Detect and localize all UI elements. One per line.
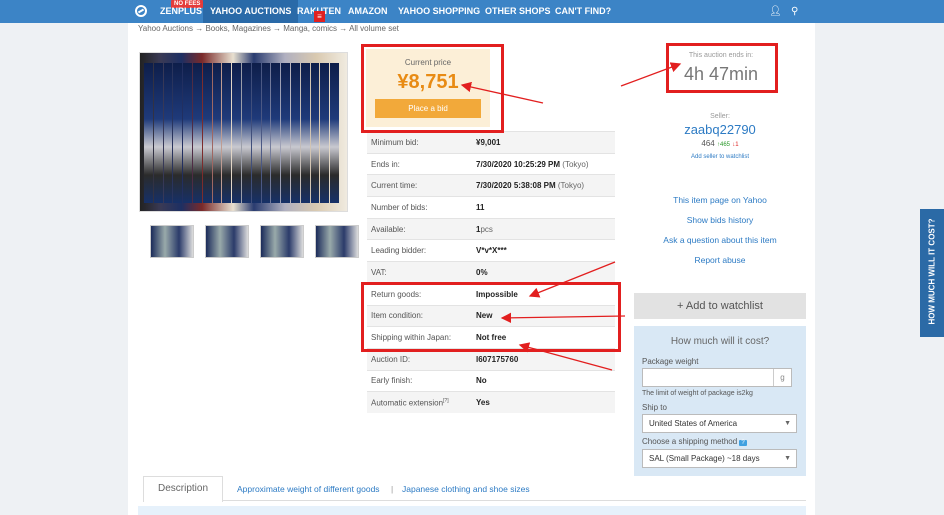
annotation-menu-marker-icon: ≡ — [314, 11, 325, 22]
detail-value: ¥9,001 — [472, 131, 615, 154]
detail-label: Automatic extension[?] — [367, 391, 472, 414]
detail-value: 1pcs — [472, 217, 615, 240]
breadcrumb[interactable]: Yahoo Auctions → Books, Magazines → Mang… — [138, 24, 399, 33]
calculator-title: How much will it cost? — [670, 336, 770, 347]
detail-label: Leading bidder: — [367, 239, 472, 262]
detail-row: Leading bidder: V*v*X*** — [367, 239, 615, 262]
ship-to-select[interactable]: United States of America ▼ — [642, 414, 797, 433]
nav-zenplus[interactable]: ZENPLUS — [160, 0, 202, 23]
weight-unit: g — [773, 369, 791, 386]
detail-row: VAT: 0% — [367, 261, 615, 284]
seller-positive-count: 465 — [720, 142, 731, 148]
manga-volume-spines — [144, 63, 339, 203]
detail-label: Number of bids: — [367, 196, 472, 219]
nav-yahoo-shopping[interactable]: YAHOO SHOPPING — [398, 0, 480, 23]
ask-question-link[interactable]: Ask a question about this item — [640, 235, 800, 245]
annotation-box-price — [361, 44, 504, 133]
shipping-method-label: Choose a shipping method ? — [642, 437, 747, 446]
detail-row: Minimum bid: ¥9,001 — [367, 131, 615, 154]
annotation-box-countdown — [666, 43, 778, 93]
help-icon[interactable]: [?] — [443, 398, 449, 404]
chevron-down-icon: ▼ — [784, 455, 791, 462]
detail-label: Ends in: — [367, 152, 472, 175]
detail-row: Number of bids: 11 — [367, 196, 615, 219]
tab-approximate-weight[interactable]: Approximate weight of different goods — [237, 484, 380, 494]
top-navigation-bar: NO FEES ZENPLUS YAHOO AUCTIONS RAKUTEN A… — [0, 0, 944, 23]
detail-value: Yes — [472, 391, 615, 414]
detail-row: Ends in: 7/30/2020 10:25:29 PM (Tokyo) — [367, 152, 615, 175]
ship-to-value: United States of America — [649, 419, 738, 428]
detail-label: Available: — [367, 217, 472, 240]
bids-history-link[interactable]: Show bids history — [640, 215, 800, 225]
detail-row: Early finish: No — [367, 369, 615, 392]
detail-row: Automatic extension[?] Yes — [367, 391, 615, 414]
detail-value: No — [472, 369, 615, 392]
seller-label: Seller: — [710, 113, 730, 120]
seller-rating: 464 ↑465 ↓1 — [660, 139, 780, 148]
tab-clothing-sizes[interactable]: Japanese clothing and shoe sizes — [402, 484, 530, 494]
detail-value: 0% — [472, 261, 615, 284]
seller-name-link[interactable]: zaabq22790 — [660, 122, 780, 137]
detail-label: VAT: — [367, 261, 472, 284]
detail-row: Available: 1pcs — [367, 217, 615, 240]
detail-value: 7/30/2020 10:25:29 PM (Tokyo) — [472, 152, 615, 175]
ship-to-label: Ship to — [642, 403, 667, 412]
detail-label: Current time: — [367, 174, 472, 197]
detail-value: V*v*X*** — [472, 239, 615, 262]
shipping-method-select[interactable]: SAL (Small Package) ~18 days ▼ — [642, 449, 797, 468]
thumbnail-2[interactable] — [205, 225, 249, 258]
yahoo-item-page-link[interactable]: This item page on Yahoo — [640, 195, 800, 205]
package-weight-label: Package weight — [642, 357, 699, 366]
add-seller-watchlist-link[interactable]: Add seller to watchlist — [660, 154, 780, 160]
user-icon[interactable]: 👤︎ — [769, 6, 782, 17]
shipping-method-value: SAL (Small Package) ~18 days — [649, 454, 760, 463]
shipping-cost-calculator: How much will it cost? Package weight g … — [634, 326, 806, 476]
detail-label: Minimum bid: — [367, 131, 472, 154]
report-abuse-link[interactable]: Report abuse — [640, 255, 800, 265]
item-tabs: Description Approximate weight of differ… — [143, 476, 806, 502]
help-icon[interactable]: ? — [739, 440, 747, 446]
detail-row: Current time: 7/30/2020 5:38:08 PM (Tokyo… — [367, 174, 615, 197]
add-to-watchlist-button[interactable]: + Add to watchlist — [634, 293, 806, 319]
thumbnail-4[interactable] — [315, 225, 359, 258]
description-panel — [138, 506, 806, 515]
nav-cant-find[interactable]: CAN'T FIND? — [555, 0, 611, 23]
nav-yahoo-auctions[interactable]: YAHOO AUCTIONS — [203, 0, 299, 23]
cost-calculator-side-tab[interactable]: HOW MUCH WILL IT COST? — [920, 209, 944, 337]
thumbnail-strip — [150, 225, 359, 258]
seller-negative-count: 1 — [735, 142, 739, 148]
auction-details-table: Minimum bid: ¥9,001 Ends in: 7/30/2020 10:2… — [367, 131, 615, 414]
item-main-photo[interactable] — [139, 52, 348, 212]
package-weight-input[interactable]: g — [642, 368, 792, 387]
annotation-box-conditions — [361, 282, 621, 352]
weight-limit-hint: The limit of weight of package is2kg — [642, 390, 753, 397]
tab-separator: | — [391, 484, 394, 494]
detail-value: 7/30/2020 5:38:08 PM (Tokyo) — [472, 174, 615, 197]
nav-amazon[interactable]: AMAZON — [348, 0, 388, 23]
thumbnail-3[interactable] — [260, 225, 304, 258]
detail-value: 11 — [472, 196, 615, 219]
detail-label: Early finish: — [367, 369, 472, 392]
seller-rating-total: 464 — [701, 139, 715, 148]
tab-description[interactable]: Description — [143, 476, 223, 502]
chevron-down-icon: ▼ — [784, 420, 791, 427]
thumbnail-1[interactable] — [150, 225, 194, 258]
zenplus-logo-icon[interactable] — [135, 5, 147, 17]
nav-other-shops[interactable]: OTHER SHOPS — [485, 0, 551, 23]
search-icon[interactable]: ⚲ — [791, 6, 798, 17]
